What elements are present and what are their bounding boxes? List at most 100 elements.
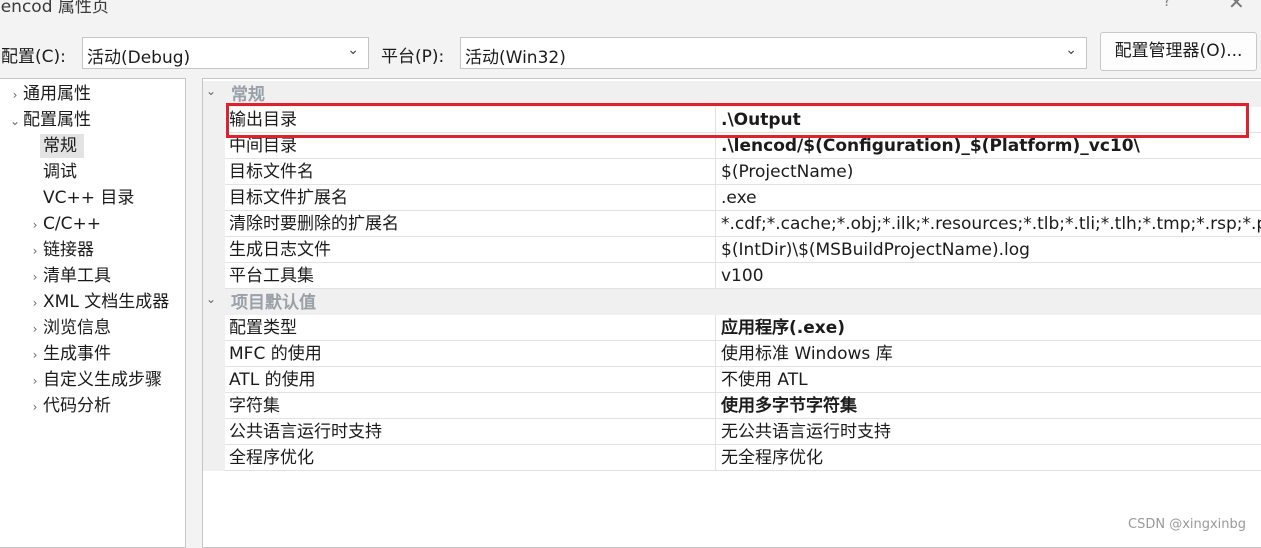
tree-item-label: 浏览信息	[43, 318, 111, 338]
tree-item[interactable]: › 通用属性	[7, 82, 91, 106]
column-divider	[715, 263, 716, 288]
property-value[interactable]: $(ProjectName)	[721, 160, 853, 184]
config-dropdown[interactable]: 活动(Debug) ⌄	[82, 37, 369, 69]
tree-item-label: 调试	[43, 162, 77, 182]
tree-item[interactable]: › 自定义生成步骤	[27, 368, 162, 392]
tree-item-label: C/C++	[43, 214, 101, 234]
chevron-right-icon[interactable]: ›	[27, 213, 43, 237]
tree-item[interactable]: › C/C++	[27, 212, 101, 236]
column-divider	[715, 211, 716, 236]
property-value[interactable]: 无公共语言运行时支持	[721, 420, 891, 444]
property-value[interactable]: v100	[721, 264, 764, 288]
property-name: 平台工具集	[229, 266, 314, 286]
chevron-right-icon[interactable]: ›	[27, 369, 43, 393]
property-name: 清除时要删除的扩展名	[229, 214, 399, 234]
column-divider	[715, 367, 716, 392]
tree-item-label: VC++ 目录	[43, 188, 135, 208]
row-gutter	[203, 315, 225, 471]
tree-item-label: 通用属性	[23, 84, 91, 104]
chevron-right-icon[interactable]: ›	[27, 291, 43, 315]
tree-item[interactable]: VC++ 目录	[27, 186, 134, 210]
window-title: lencod 属性页	[0, 0, 109, 17]
property-name: 公共语言运行时支持	[229, 422, 382, 442]
property-value[interactable]: 使用多字节字符集	[721, 394, 857, 418]
section-title: 项目默认值	[231, 293, 316, 313]
tree-item-label: XML 文档生成器	[43, 292, 170, 312]
tree-item[interactable]: › 链接器	[27, 238, 94, 262]
property-value[interactable]: 无全程序优化	[721, 446, 823, 470]
chevron-down-icon[interactable]: ⌄	[7, 109, 23, 133]
tree-item[interactable]: 常规	[27, 134, 77, 158]
tree-item[interactable]: › 生成事件	[27, 342, 111, 366]
property-tree: › 通用属性 ⌄ 配置属性 常规 调试 VC++ 目录 › C/C++ › 链接器 › 清单工具 › XML…	[0, 78, 186, 548]
title-bar: lencod 属性页 ? ✕	[0, 0, 1261, 20]
platform-label: 平台(P):	[381, 47, 445, 67]
property-value[interactable]: .exe	[721, 186, 757, 210]
property-row[interactable]: 目标文件名 $(ProjectName)	[203, 159, 1261, 185]
property-row[interactable]: 平台工具集 v100	[203, 263, 1261, 289]
config-label: 配置(C):	[1, 47, 66, 67]
tree-item-label: 配置属性	[23, 110, 91, 130]
property-row[interactable]: 全程序优化 无全程序优化	[203, 445, 1261, 471]
column-divider	[715, 419, 716, 444]
property-name: 目标文件扩展名	[229, 188, 348, 208]
tree-item-label: 代码分析	[43, 396, 111, 416]
property-name: 生成日志文件	[229, 240, 331, 260]
property-row[interactable]: 字符集 使用多字节字符集	[203, 393, 1261, 419]
property-value[interactable]: 不使用 ATL	[721, 368, 808, 392]
property-row[interactable]: ATL 的使用 不使用 ATL	[203, 367, 1261, 393]
property-name: 字符集	[229, 396, 280, 416]
property-value[interactable]: 应用程序(.exe)	[721, 316, 845, 340]
chevron-right-icon[interactable]: ›	[27, 239, 43, 263]
chevron-down-icon: ⌄	[347, 42, 359, 58]
tree-item[interactable]: › 代码分析	[27, 394, 111, 418]
column-divider	[715, 159, 716, 184]
close-icon[interactable]: ✕	[1228, 0, 1245, 14]
property-name: ATL 的使用	[229, 370, 316, 390]
column-divider	[715, 393, 716, 418]
property-name: MFC 的使用	[229, 344, 322, 364]
tree-item-label: 清单工具	[43, 266, 111, 286]
chevron-right-icon[interactable]: ›	[27, 343, 43, 367]
row-gutter	[203, 107, 225, 289]
config-value: 活动(Debug)	[87, 48, 191, 68]
column-divider	[715, 341, 716, 366]
configuration-manager-button[interactable]: 配置管理器(O)...	[1100, 32, 1257, 71]
red-highlight-box	[226, 103, 1249, 138]
tree-item[interactable]: › XML 文档生成器	[27, 290, 170, 315]
column-divider	[715, 445, 716, 470]
property-value[interactable]: $(IntDir)\$(MSBuildProjectName).log	[721, 238, 1030, 262]
tree-item-label: 生成事件	[43, 344, 111, 364]
chevron-down-icon: ⌄	[1065, 42, 1077, 58]
chevron-down-icon[interactable]: ⌄	[206, 292, 216, 306]
tree-item-label: 常规	[43, 136, 77, 156]
help-icon[interactable]: ?	[1163, 0, 1171, 10]
chevron-right-icon[interactable]: ›	[27, 395, 43, 419]
tree-item[interactable]: 调试	[27, 160, 77, 184]
property-row[interactable]: 公共语言运行时支持 无公共语言运行时支持	[203, 419, 1261, 445]
chevron-right-icon[interactable]: ›	[27, 265, 43, 289]
platform-dropdown[interactable]: 活动(Win32) ⌄	[460, 37, 1087, 69]
property-row[interactable]: 配置类型 应用程序(.exe)	[203, 315, 1261, 341]
chevron-down-icon[interactable]: ⌄	[206, 84, 216, 98]
tree-item[interactable]: › 清单工具	[27, 264, 111, 288]
property-row[interactable]: 生成日志文件 $(IntDir)\$(MSBuildProjectName).lo…	[203, 237, 1261, 263]
property-name: 配置类型	[229, 318, 297, 338]
property-value[interactable]: *.cdf;*.cache;*.obj;*.ilk;*.resources;*.…	[721, 212, 1261, 236]
tree-item[interactable]: ⌄ 配置属性	[7, 108, 91, 132]
tree-item-label: 自定义生成步骤	[43, 370, 162, 390]
property-row[interactable]: 清除时要删除的扩展名 *.cdf;*.cache;*.obj;*.ilk;*.re…	[203, 211, 1261, 237]
section-header[interactable]: ⌄ 项目默认值	[203, 289, 1261, 315]
platform-value: 活动(Win32)	[465, 48, 566, 68]
property-row[interactable]: MFC 的使用 使用标准 Windows 库	[203, 341, 1261, 367]
chevron-right-icon[interactable]: ›	[27, 317, 43, 341]
column-divider	[715, 315, 716, 340]
tree-item-label: 链接器	[43, 240, 94, 260]
tree-item[interactable]: › 浏览信息	[27, 316, 111, 340]
property-name: 目标文件名	[229, 162, 314, 182]
property-name: 全程序优化	[229, 448, 314, 468]
property-value[interactable]: 使用标准 Windows 库	[721, 342, 893, 366]
property-row[interactable]: 目标文件扩展名 .exe	[203, 185, 1261, 211]
column-divider	[715, 185, 716, 210]
chevron-right-icon[interactable]: ›	[7, 83, 23, 107]
